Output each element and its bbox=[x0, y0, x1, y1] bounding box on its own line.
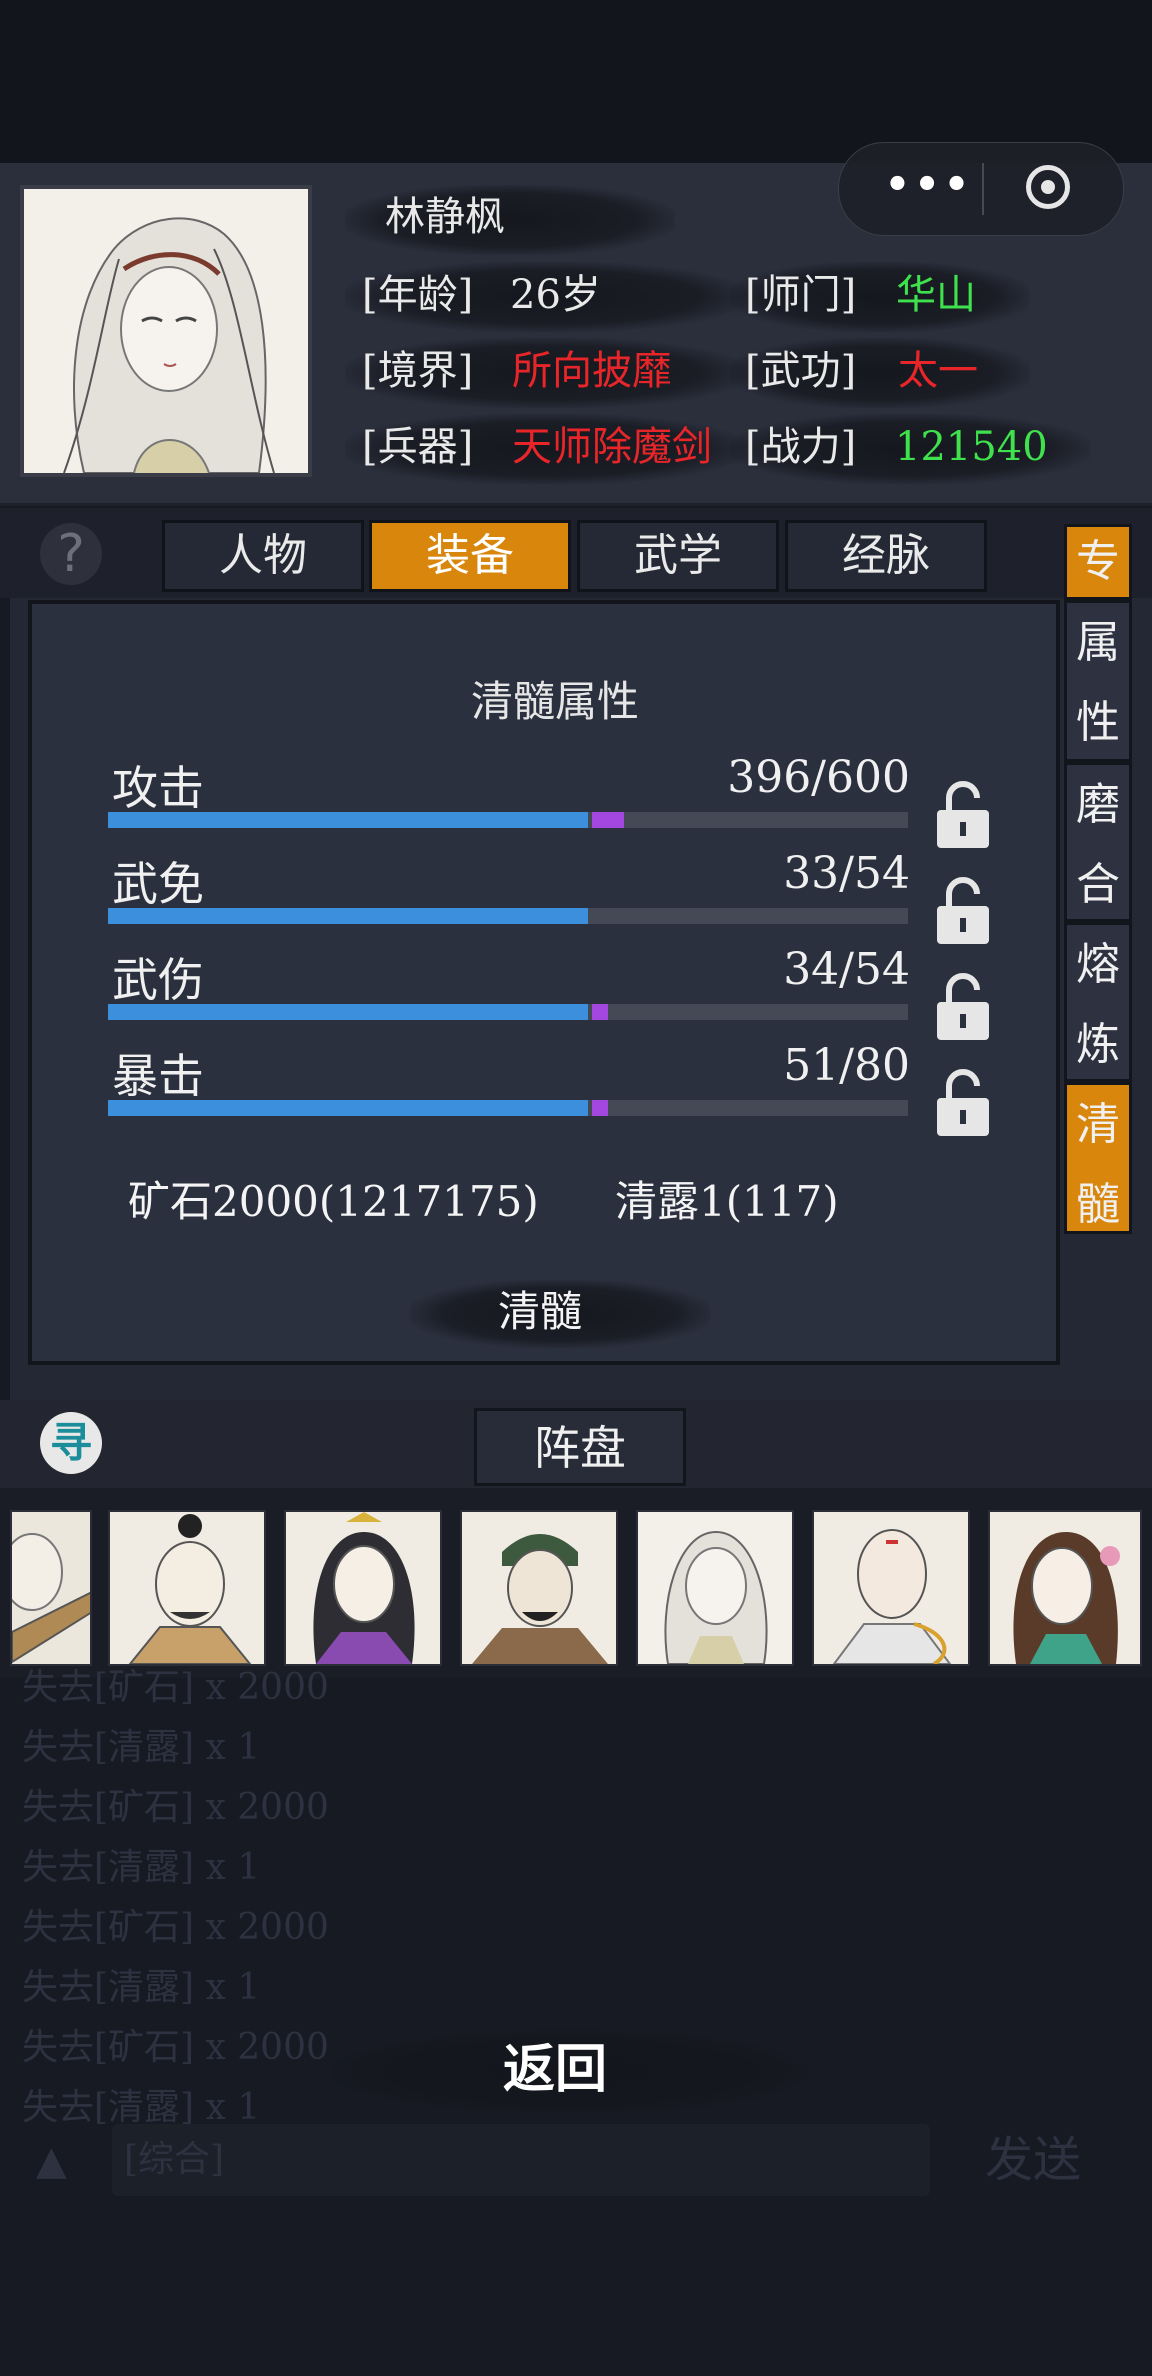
stat-value: 396/600 bbox=[727, 752, 910, 803]
log-line: 失去[清露] x 1 bbox=[22, 1727, 261, 1768]
lock-icon[interactable] bbox=[935, 874, 991, 946]
stat-value: 34/54 bbox=[783, 944, 910, 995]
sidetab-grinding[interactable]: 磨 合 bbox=[1064, 762, 1132, 922]
log-line: 失去[矿石] x 2000 bbox=[22, 1907, 329, 1948]
stat-bar-extra bbox=[592, 1004, 608, 1020]
weapon-value: 天师除魔剑 bbox=[512, 424, 712, 470]
sect-value: 华山 bbox=[896, 272, 976, 318]
character-portrait bbox=[20, 185, 312, 477]
martial-value: 太一 bbox=[898, 348, 978, 394]
lock-icon[interactable] bbox=[935, 1066, 991, 1138]
stat-bar-extra bbox=[592, 1100, 608, 1116]
capsule-divider bbox=[982, 163, 984, 215]
log-line: 失去[矿石] x 2000 bbox=[22, 1667, 329, 1708]
chat-input[interactable]: [综合] bbox=[112, 2124, 930, 2196]
character-name: 林静枫 bbox=[385, 194, 505, 240]
stat-bar bbox=[108, 1004, 908, 1020]
hero-card[interactable] bbox=[988, 1510, 1142, 1666]
log-line: 失去[清露] x 1 bbox=[22, 1967, 261, 2008]
stat-bar bbox=[108, 908, 908, 924]
help-icon[interactable]: ? bbox=[40, 523, 102, 585]
more-icon[interactable]: ••• bbox=[879, 165, 979, 213]
age-label: [年龄] bbox=[362, 272, 474, 318]
send-button[interactable]: 发送 bbox=[985, 2124, 1115, 2196]
stat-bar-base bbox=[108, 1100, 588, 1116]
age-value: 26岁 bbox=[510, 272, 601, 318]
hero-card[interactable] bbox=[460, 1510, 618, 1666]
hero-card[interactable] bbox=[10, 1510, 92, 1666]
sidetab-char: 髓 bbox=[1076, 1179, 1120, 1230]
stat-bar bbox=[108, 1100, 908, 1116]
hero-card[interactable] bbox=[812, 1510, 970, 1666]
martial-label: [武功] bbox=[745, 348, 857, 394]
stat-bar-base bbox=[108, 1004, 588, 1020]
lock-icon[interactable] bbox=[935, 970, 991, 1042]
sidetab-refine[interactable]: 清 髓 bbox=[1064, 1082, 1132, 1234]
weapon-label: [兵器] bbox=[362, 424, 474, 470]
log-line: 失去[清露] x 1 bbox=[22, 1847, 261, 1888]
stat-value: 51/80 bbox=[783, 1040, 910, 1091]
sidetab-char: 合 bbox=[1076, 859, 1120, 910]
tab-martial-arts[interactable]: 武学 bbox=[577, 520, 779, 592]
tab-meridians[interactable]: 经脉 bbox=[785, 520, 987, 592]
stat-bar-extra bbox=[592, 812, 624, 828]
sect-label: [师门] bbox=[745, 272, 857, 318]
chat-expand-icon[interactable]: ▲ bbox=[36, 2138, 67, 2184]
sidetab-char: 磨 bbox=[1076, 779, 1120, 830]
stat-name: 攻击 bbox=[112, 761, 204, 815]
hero-card[interactable] bbox=[636, 1510, 794, 1666]
miniprogram-capsule: ••• bbox=[838, 142, 1124, 236]
tab-equipment[interactable]: 装备 bbox=[369, 520, 571, 592]
stat-bar-base bbox=[108, 812, 588, 828]
stat-name: 武免 bbox=[112, 857, 204, 911]
tab-character[interactable]: 人物 bbox=[162, 520, 364, 592]
sidetab-char: 熔 bbox=[1076, 939, 1120, 990]
log-line: 失去[矿石] x 2000 bbox=[22, 2027, 329, 2068]
hero-card[interactable] bbox=[108, 1510, 266, 1666]
sidetab-smelting[interactable]: 熔 炼 bbox=[1064, 922, 1132, 1082]
dew-cost: 清露1(117) bbox=[615, 1177, 839, 1226]
sidetab-exclusive[interactable]: 专 bbox=[1064, 524, 1132, 600]
realm-label: [境界] bbox=[362, 348, 474, 394]
realm-value: 所向披靡 bbox=[512, 348, 672, 394]
stat-bar-base bbox=[108, 908, 588, 924]
sidetab-char: 专 bbox=[1076, 536, 1120, 587]
top-status-area bbox=[0, 0, 1152, 163]
seek-icon[interactable]: 寻 bbox=[40, 1412, 102, 1474]
power-value: 121540 bbox=[895, 424, 1048, 470]
sidetab-char: 清 bbox=[1076, 1099, 1120, 1150]
ore-cost: 矿石2000(1217175) bbox=[128, 1177, 539, 1226]
lock-icon[interactable] bbox=[935, 778, 991, 850]
close-target-icon[interactable] bbox=[1026, 165, 1070, 209]
return-button[interactable]: 返回 bbox=[360, 2028, 750, 2112]
stat-name: 暴击 bbox=[112, 1049, 204, 1103]
hero-card[interactable] bbox=[284, 1510, 442, 1666]
stat-bar bbox=[108, 812, 908, 828]
stat-name: 武伤 bbox=[112, 953, 204, 1007]
stat-value: 33/54 bbox=[783, 848, 910, 899]
battle-log: 失去[矿石] x 2000 失去[清露] x 1 失去[矿石] x 2000 失… bbox=[22, 1658, 329, 2138]
refine-button[interactable]: 清髓 bbox=[400, 1276, 680, 1348]
section-title: 清髓属性 bbox=[470, 677, 639, 726]
log-line: 失去[矿石] x 2000 bbox=[22, 1787, 329, 1828]
power-label: [战力] bbox=[745, 424, 857, 470]
sidetab-char: 炼 bbox=[1076, 1019, 1120, 1070]
formation-tab[interactable]: 阵盘 bbox=[474, 1408, 686, 1486]
